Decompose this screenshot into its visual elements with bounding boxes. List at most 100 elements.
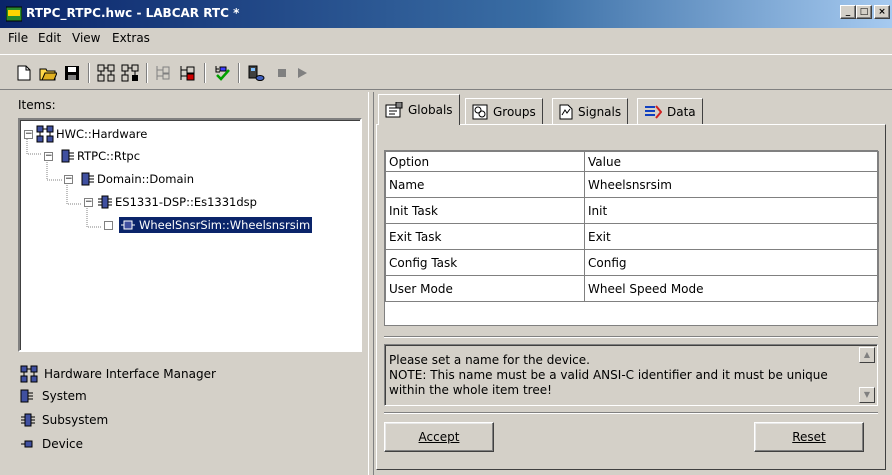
option-cell: User Mode xyxy=(385,275,585,302)
check-icon[interactable] xyxy=(212,63,232,83)
toolbar-separator xyxy=(238,63,240,83)
items-label: Items: xyxy=(18,98,56,112)
value-cell[interactable]: Init xyxy=(584,197,879,224)
reset-button[interactable]: Reset xyxy=(754,422,864,452)
value-cell[interactable]: Config xyxy=(584,249,879,276)
legend-subsystem: Subsystem xyxy=(20,413,108,427)
system-icon xyxy=(61,149,74,163)
collapse-icon[interactable]: − xyxy=(84,197,93,207)
grid-row[interactable]: Name Wheelsnsrsim xyxy=(385,171,879,198)
description-line: NOTE: This name must be a valid ANSI-C i… xyxy=(389,368,828,382)
collapse-icon[interactable]: − xyxy=(24,129,33,139)
tree-selection: WheelSnsrSim::Wheelsnsrsim xyxy=(119,217,313,233)
column-header-value: Value xyxy=(584,151,879,172)
menu-file[interactable]: File xyxy=(8,31,28,45)
menu-extras[interactable]: Extras xyxy=(112,31,150,45)
app-icon xyxy=(6,6,22,22)
device-icon xyxy=(121,220,135,230)
grid-row[interactable]: Init Task Init xyxy=(385,197,879,224)
legend-label: System xyxy=(42,389,87,403)
scroll-up-icon[interactable]: ▲ xyxy=(859,347,875,363)
value-cell[interactable]: Exit xyxy=(584,223,879,250)
groups-icon xyxy=(472,104,488,119)
stop-icon[interactable] xyxy=(272,63,292,83)
accept-button[interactable]: Accept xyxy=(384,422,494,452)
menu-edit[interactable]: Edit xyxy=(38,31,61,45)
title-bar: RTPC_RTPC.hwc - LABCAR RTC * _ □ × xyxy=(0,0,892,28)
hardware-manager-icon xyxy=(36,125,54,143)
divider xyxy=(384,412,878,414)
option-cell: Name xyxy=(385,171,585,198)
grid-row[interactable]: Config Task Config xyxy=(385,249,879,276)
grid-header-row: Option Value xyxy=(385,151,879,172)
option-cell: Init Task xyxy=(385,197,585,224)
leaf-box-icon xyxy=(104,220,113,230)
legend-label: Device xyxy=(42,437,84,451)
tree-item-label: ES1331-DSP::Es1331dsp xyxy=(115,195,257,209)
tab-label: Globals xyxy=(408,103,453,117)
device-icon xyxy=(21,440,33,448)
legend-hardware-manager: Hardware Interface Manager xyxy=(20,365,216,383)
divider xyxy=(384,336,878,338)
open-icon[interactable] xyxy=(38,63,58,83)
scroll-down-icon[interactable]: ▼ xyxy=(859,387,875,403)
tab-label: Groups xyxy=(493,104,536,119)
grid-row[interactable]: User Mode Wheel Speed Mode xyxy=(385,275,879,302)
system-icon xyxy=(81,172,94,186)
menu-view[interactable]: View xyxy=(72,31,100,45)
window-title: RTPC_RTPC.hwc - LABCAR RTC * xyxy=(26,6,240,20)
legend-label: Subsystem xyxy=(42,413,109,427)
description-line: within the whole item tree! xyxy=(389,383,552,397)
tree-item-label: Domain::Domain xyxy=(97,172,194,186)
description-scrollbar[interactable]: ▲ ▼ xyxy=(859,347,875,403)
disconnect-icon[interactable] xyxy=(178,63,198,83)
subsystem-icon xyxy=(98,195,112,209)
item-tree[interactable]: − HWC::Hardware − RTPC::Rtpc − Domain::D… xyxy=(18,118,362,352)
connect-icon[interactable] xyxy=(154,63,174,83)
options-grid[interactable]: Option Value Name Wheelsnsrsim Init Task… xyxy=(384,150,879,326)
tree-item-label: RTPC::Rtpc xyxy=(77,149,141,163)
grid-row[interactable]: Exit Task Exit xyxy=(385,223,879,250)
play-icon[interactable] xyxy=(292,63,312,83)
tree-item-rtpc[interactable]: − RTPC::Rtpc xyxy=(44,146,140,166)
close-button[interactable]: × xyxy=(874,5,890,19)
tab-globals[interactable]: Globals xyxy=(378,94,460,125)
hw-tree2-icon[interactable] xyxy=(120,63,140,83)
tree-item-es1331[interactable]: − ES1331-DSP::Es1331dsp xyxy=(84,192,257,212)
tab-signals[interactable]: Signals xyxy=(552,98,629,124)
legend-device: Device xyxy=(20,437,83,451)
reset-button-label: Reset xyxy=(792,430,826,444)
data-icon xyxy=(645,104,662,119)
accept-button-label: Accept xyxy=(418,430,460,444)
tree-item-label: WheelSnsrSim::Wheelsnsrsim xyxy=(139,218,311,232)
option-cell: Exit Task xyxy=(385,223,585,250)
value-cell[interactable]: Wheel Speed Mode xyxy=(584,275,879,302)
hw-tree-icon[interactable] xyxy=(96,63,116,83)
panel-splitter[interactable] xyxy=(368,92,374,475)
tab-groups[interactable]: Groups xyxy=(465,98,543,124)
collapse-icon[interactable]: − xyxy=(64,174,73,184)
tree-item-hardware[interactable]: − HWC::Hardware xyxy=(24,124,147,144)
tree-item-domain[interactable]: − Domain::Domain xyxy=(64,169,194,189)
signals-icon xyxy=(559,104,573,119)
tree-item-label: HWC::Hardware xyxy=(56,127,148,141)
hardware-manager-icon xyxy=(20,365,38,383)
new-icon[interactable] xyxy=(14,63,34,83)
collapse-icon[interactable]: − xyxy=(44,151,53,161)
description-line: Please set a name for the device. xyxy=(389,353,590,367)
tab-label: Data xyxy=(667,104,696,119)
save-icon[interactable] xyxy=(62,63,82,83)
legend-label: Hardware Interface Manager xyxy=(44,367,216,381)
toolbar-separator xyxy=(146,63,148,83)
system-icon xyxy=(20,389,33,403)
column-header-option: Option xyxy=(385,151,585,172)
maximize-button[interactable]: □ xyxy=(856,5,872,19)
subsystem-icon xyxy=(21,413,35,427)
value-cell[interactable]: Wheelsnsrsim xyxy=(584,171,879,198)
build-icon[interactable] xyxy=(246,63,266,83)
minimize-button[interactable]: _ xyxy=(840,5,856,19)
toolbar-separator xyxy=(88,63,90,83)
description-box: Please set a name for the device. NOTE: … xyxy=(384,344,878,406)
tab-data[interactable]: Data xyxy=(637,98,703,124)
tree-item-wheelsnsrsim[interactable]: WheelSnsrSim::Wheelsnsrsim xyxy=(104,215,313,235)
